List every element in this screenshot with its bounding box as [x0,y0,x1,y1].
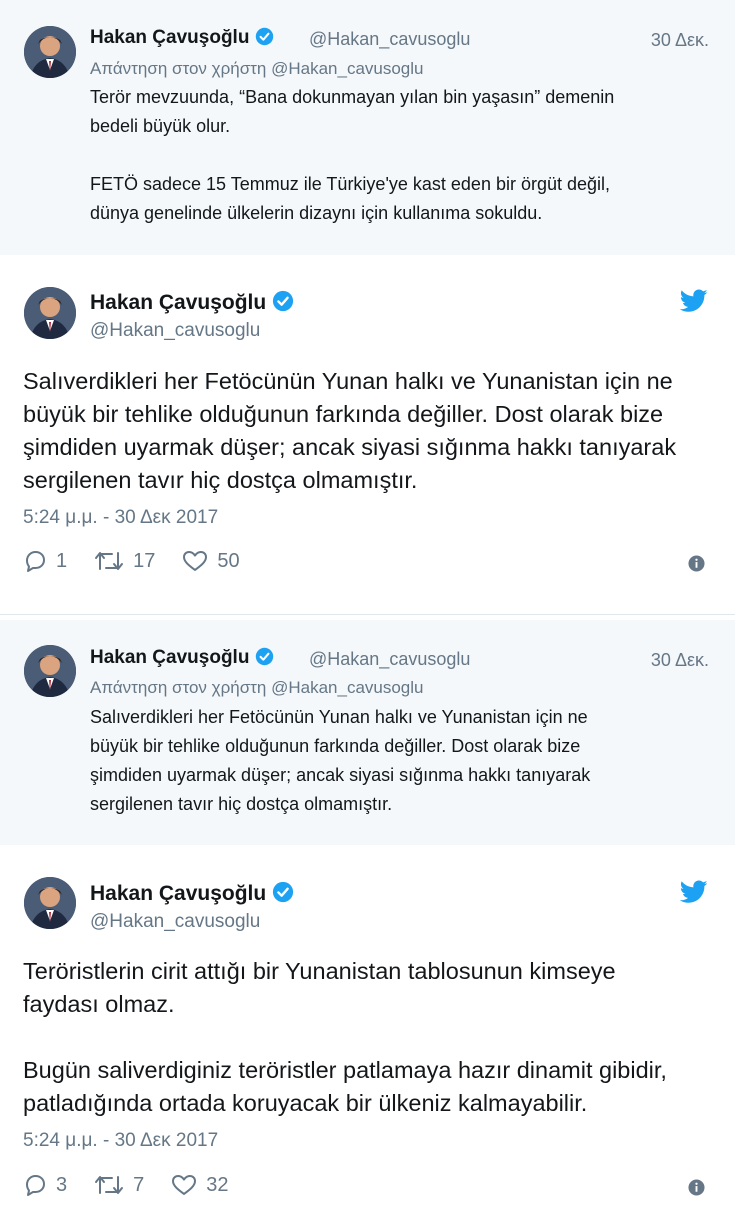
reply-count: 1 [56,549,68,572]
user-name-text[interactable]: Hakan Çavuşoğlu [90,291,266,314]
verified-badge-icon [255,647,274,672]
user-handle[interactable]: @Hakan_cavusoglu [309,29,470,50]
user-name-text[interactable]: Hakan Çavuşoğlu [90,27,249,48]
reply-context-handle[interactable]: @Hakan_cavusoglu [271,678,423,697]
retweet-icon [95,552,124,570]
reply-button[interactable]: 3 [22,1173,67,1197]
reply-context-prefix: Απάντηση στον χρήστη [90,59,267,78]
tweet-text: Terör mevzuunda, “Bana dokunmayan yılan … [90,87,615,223]
twitter-bird-icon[interactable] [679,289,708,318]
tweet-card: Hakan Çavuşoğlu @Hakan_cavusoglu Salıver… [0,255,735,605]
tweet-actions: 3 7 32 [22,1170,255,1200]
tweet-text: Teröristlerin cirit attığı bir Yunanista… [23,958,667,1116]
reply-button[interactable]: 1 [22,549,67,573]
reply-tweet[interactable]: Hakan Çavuşoğlu @Hakan_cavusoglu 30 Δεκ.… [0,620,735,845]
reply-context: Απάντηση στον χρήστη @Hakan_cavusoglu [90,678,424,698]
user-handle[interactable]: @Hakan_cavusoglu [90,911,260,933]
verified-badge-icon [272,881,294,909]
heart-icon [183,551,208,571]
like-button[interactable]: 50 [181,549,240,573]
user-name[interactable]: Hakan Çavuşoğlu [90,881,294,909]
reply-context-handle[interactable]: @Hakan_cavusoglu [271,59,423,78]
like-count: 32 [206,1173,229,1196]
heart-icon [172,1175,197,1195]
retweet-count: 7 [133,1173,145,1196]
user-name[interactable]: Hakan Çavuşoğlu [90,647,274,672]
user-name[interactable]: Hakan Çavuşoğlu [90,290,294,318]
retweet-button[interactable]: 7 [93,1173,144,1197]
user-name[interactable]: Hakan Çavuşoğlu [90,27,274,52]
tweet-timestamp[interactable]: 5:24 μ.μ. - 30 Δεκ 2017 [23,507,218,529]
retweet-button[interactable]: 17 [93,549,155,573]
tweet-timestamp[interactable]: 5:24 μ.μ. - 30 Δεκ 2017 [23,1130,218,1152]
user-name-text[interactable]: Hakan Çavuşoğlu [90,647,249,668]
user-handle[interactable]: @Hakan_cavusoglu [309,649,470,670]
like-count: 50 [217,549,240,572]
reply-tweet[interactable]: Hakan Çavuşoğlu @Hakan_cavusoglu 30 Δεκ.… [0,0,735,255]
reply-count: 3 [56,1173,68,1196]
user-name-text[interactable]: Hakan Çavuşoğlu [90,882,266,905]
tweet-date[interactable]: 30 Δεκ. [651,650,709,671]
verified-badge-icon [255,27,274,52]
divider [0,614,735,615]
tweet-date[interactable]: 30 Δεκ. [651,30,709,51]
tweet-text: Salıverdikleri her Fetöcünün Yunan halkı… [90,707,591,814]
tweet-text: Salıverdikleri her Fetöcünün Yunan halkı… [23,368,677,493]
avatar[interactable] [24,287,76,339]
avatar[interactable] [24,26,76,78]
tweet-actions: 1 17 50 [22,546,266,576]
reply-icon [26,1175,45,1196]
avatar[interactable] [24,877,76,929]
twitter-bird-icon[interactable] [679,880,708,909]
reply-context-prefix: Απάντηση στον χρήστη [90,678,267,697]
reply-icon [26,551,45,572]
info-icon[interactable] [688,555,705,577]
reply-context: Απάντηση στον χρήστη @Hakan_cavusoglu [90,59,424,79]
like-button[interactable]: 32 [170,1173,229,1197]
tweet-card: Hakan Çavuşoğlu @Hakan_cavusoglu Teröris… [0,845,735,1217]
info-icon[interactable] [688,1179,705,1201]
verified-badge-icon [272,290,294,318]
retweet-icon [95,1176,124,1194]
user-handle[interactable]: @Hakan_cavusoglu [90,320,260,342]
retweet-count: 17 [133,549,156,572]
avatar[interactable] [24,645,76,697]
